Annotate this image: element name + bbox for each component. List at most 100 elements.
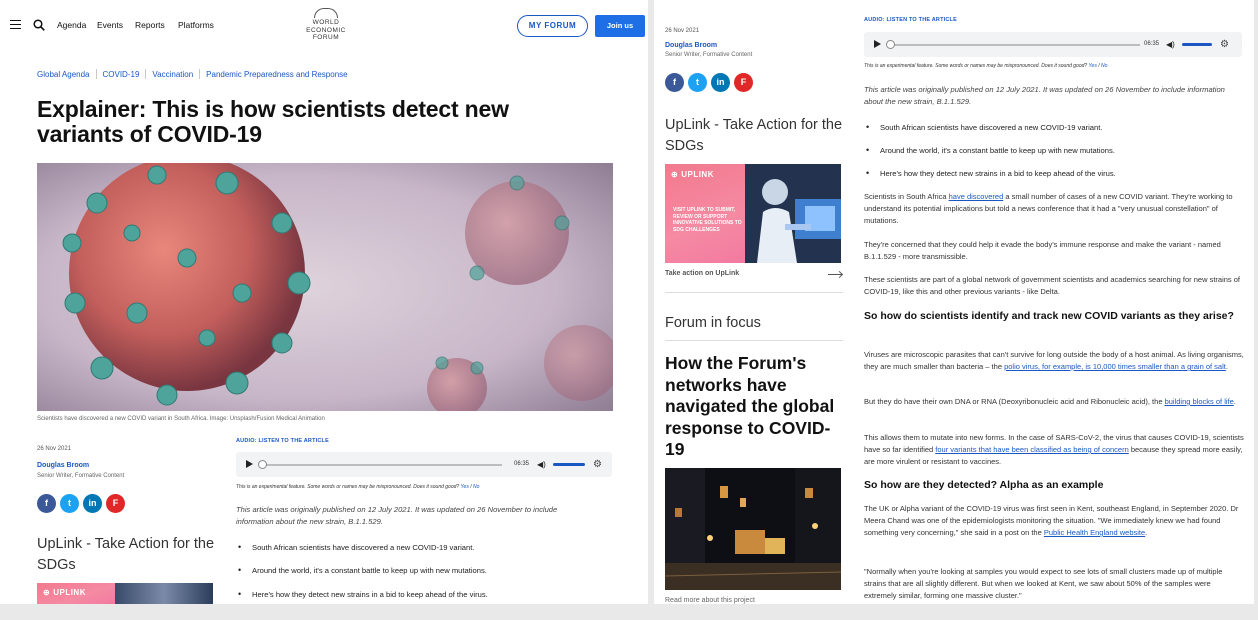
logo-arc-icon (314, 8, 338, 18)
twitter-icon[interactable]: t (60, 494, 79, 513)
lab-photo (745, 164, 841, 263)
para-text: But they do have their own DNA or RNA (D… (864, 397, 1165, 406)
summary-bullet: Around the world, it's a constant battle… (866, 145, 1230, 156)
tag-link[interactable]: Vaccination (152, 70, 193, 79)
arrow-right-icon[interactable] (828, 274, 842, 275)
audio-label: AUDIO: LISTEN TO THE ARTICLE (236, 438, 329, 444)
inline-link[interactable]: four variants that have been classified … (935, 445, 1128, 454)
summary-bullet: Here's how they detect new strains in a … (866, 168, 1230, 179)
uplink-photo (115, 583, 213, 604)
audio-label: AUDIO: LISTEN TO THE ARTICLE (864, 17, 957, 23)
my-forum-button[interactable]: MY FORUM (517, 15, 588, 37)
uplink-heading: UpLink - Take Action for the SDGs (37, 536, 215, 573)
uplink-logo: ⊕ UPLINK (671, 170, 714, 179)
uplink-logo-text: UPLINK (681, 170, 714, 179)
article-paragraph: Scientists in South Africa have discover… (864, 191, 1244, 227)
divider (665, 340, 843, 341)
volume-slider[interactable] (553, 463, 585, 466)
progress-track[interactable] (890, 44, 1140, 46)
facebook-icon[interactable]: f (37, 494, 56, 513)
progress-knob[interactable] (258, 460, 267, 469)
share-buttons: f t in F (37, 494, 125, 513)
progress-knob[interactable] (886, 40, 895, 49)
nav-events[interactable]: Events (97, 20, 123, 30)
inline-link[interactable]: Public Health England website (1044, 528, 1145, 537)
twitter-icon[interactable]: t (688, 73, 707, 92)
play-icon[interactable] (246, 460, 253, 468)
feedback-yes-link[interactable]: Yes (460, 484, 468, 490)
divider (95, 69, 97, 79)
article-paragraph: The UK or Alpha variant of the COVID-19 … (864, 503, 1244, 539)
update-note: This article was originally published on… (236, 505, 558, 526)
site-header: Agenda Events Reports Platforms WORLD EC… (0, 0, 648, 52)
feedback-yes-link[interactable]: Yes (1088, 63, 1096, 69)
publish-date: 26 Nov 2021 (665, 28, 700, 34)
uplink-logo-icon: ⊕ (43, 588, 51, 597)
article-paragraph: But they do have their own DNA or RNA (D… (864, 396, 1244, 408)
article-paragraph: "Normally when you're looking at samples… (864, 567, 1223, 600)
flipboard-icon[interactable]: F (734, 73, 753, 92)
logo-line: FORUM (312, 34, 340, 41)
progress-track[interactable] (262, 464, 502, 466)
uplink-pink-panel: ⊕ UPLINK (37, 583, 115, 604)
author-role: Senior Writer, Formative Content (665, 52, 753, 58)
inline-link[interactable]: have discovered (949, 192, 1004, 201)
uplink-cta-link[interactable]: Take action on UpLink (665, 270, 739, 277)
volume-icon[interactable]: ◀) (537, 460, 546, 469)
focus-story-image[interactable] (665, 468, 841, 590)
nav-agenda[interactable]: Agenda (57, 20, 86, 30)
uplink-banner[interactable]: ⊕ UPLINK (37, 583, 213, 604)
tag-link[interactable]: COVID-19 (103, 70, 140, 79)
update-note: This article was originally published on… (864, 85, 1225, 106)
volume-icon[interactable]: ◀) (1166, 40, 1175, 49)
image-caption: Scientists have discovered a new COVID v… (37, 416, 325, 422)
tag-link[interactable]: Global Agenda (37, 70, 90, 79)
read-more-link[interactable]: Read more about this project (665, 597, 755, 604)
divider (665, 292, 843, 293)
article-paragraph: This allows them to mutate into new form… (864, 432, 1244, 468)
nav-platforms[interactable]: Platforms (178, 20, 214, 30)
feedback-no-link[interactable]: No (1101, 63, 1107, 69)
author-name[interactable]: Douglas Broom (665, 42, 717, 49)
menu-icon[interactable] (10, 20, 21, 29)
article-paragraph: These scientists are part of a global ne… (864, 275, 1241, 296)
experimental-note: This is an experimental feature. Some wo… (236, 484, 479, 490)
flipboard-icon[interactable]: F (106, 494, 125, 513)
play-icon[interactable] (874, 40, 881, 48)
experimental-note: This is an experimental feature. Some wo… (864, 63, 1107, 69)
focus-story-title[interactable]: How the Forum's networks have navigated … (665, 353, 845, 461)
virus-illustration (37, 163, 613, 411)
feedback-no-link[interactable]: No (473, 484, 479, 490)
uplink-logo: ⊕ UPLINK (43, 588, 86, 597)
share-buttons: f t in F (665, 73, 753, 92)
uplink-banner[interactable]: ⊕ UPLINK VISIT UPLINK TO SUBMIT, REVIEW O… (665, 164, 841, 263)
settings-gear-icon[interactable]: ⚙ (593, 459, 602, 470)
audio-time: 06:35 (1144, 41, 1160, 47)
author-name[interactable]: Douglas Broom (37, 462, 89, 469)
article-paragraph: They're concerned that they could help i… (864, 240, 1221, 261)
linkedin-icon[interactable]: in (83, 494, 102, 513)
divider (145, 69, 147, 79)
settings-gear-icon[interactable]: ⚙ (1220, 39, 1229, 50)
volume-slider[interactable] (1182, 43, 1212, 46)
uplink-pink-panel: ⊕ UPLINK VISIT UPLINK TO SUBMIT, REVIEW O… (665, 164, 745, 263)
divider (199, 69, 201, 79)
inline-link[interactable]: polio virus, for example, is 10,000 time… (1004, 362, 1226, 371)
author-role: Senior Writer, Formative Content (37, 473, 125, 479)
uplink-copy: VISIT UPLINK TO SUBMIT, REVIEW OR SUPPOR… (673, 207, 742, 233)
publish-date: 26 Nov 2021 (37, 446, 72, 452)
nav-reports[interactable]: Reports (135, 20, 165, 30)
uplink-logo-text: UPLINK (53, 588, 86, 597)
para-text: . (1233, 397, 1236, 406)
join-us-button[interactable]: Join us (595, 15, 645, 37)
linkedin-icon[interactable]: in (711, 73, 730, 92)
search-icon[interactable] (33, 19, 45, 31)
facebook-icon[interactable]: f (665, 73, 684, 92)
tag-link[interactable]: Pandemic Preparedness and Response (206, 70, 347, 79)
experimental-text: This is an experimental feature. Some wo… (864, 63, 1088, 69)
para-text: . (1225, 362, 1228, 371)
forum-in-focus-heading: Forum in focus (665, 315, 761, 331)
inline-link[interactable]: building blocks of life (1165, 397, 1234, 406)
wef-logo[interactable]: WORLD ECONOMIC FORUM (296, 8, 356, 42)
left-page-view: Agenda Events Reports Platforms WORLD EC… (0, 0, 648, 604)
